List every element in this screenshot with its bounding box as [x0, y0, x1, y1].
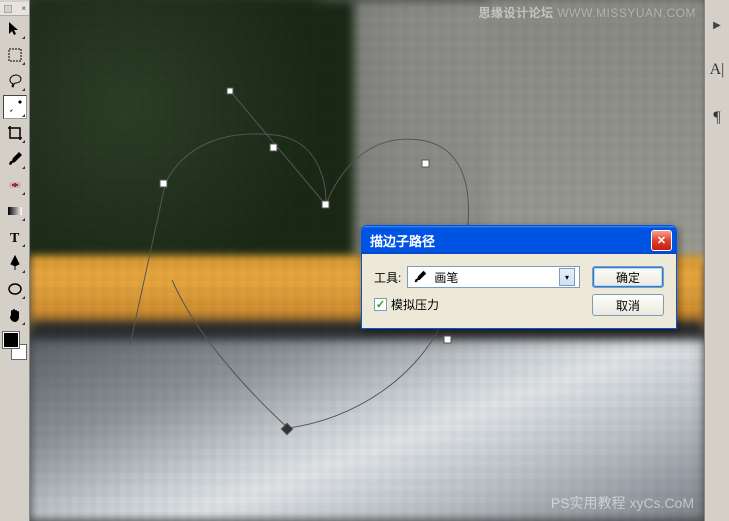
svg-text:T: T [10, 231, 20, 246]
simulate-pressure-checkbox[interactable]: ✓ [374, 298, 387, 311]
chevron-down-icon: ▾ [559, 268, 575, 286]
watermark-bottom: PS实用教程 xyCs.CoM [551, 493, 694, 513]
dialog-titlebar[interactable]: 描边子路径 ✕ [362, 226, 676, 254]
move-tool[interactable] [3, 17, 27, 41]
tool-dropdown[interactable]: 画笔 ▾ [407, 266, 580, 288]
right-panel-collapsed: ▶ A| ¶ [704, 0, 729, 521]
ok-button[interactable]: 确定 [592, 266, 664, 288]
crop-tool[interactable] [3, 121, 27, 145]
pen-tool[interactable] [3, 251, 27, 275]
toolbox-tab[interactable]: × [0, 2, 29, 16]
simulate-pressure-label: 模拟压力 [391, 296, 439, 313]
brush-tool[interactable] [3, 147, 27, 171]
eyedropper-tool[interactable] [3, 95, 27, 119]
dialog-title: 描边子路径 [370, 231, 651, 250]
watermark-top: 思缘设计论坛 WWW.MISSYUAN.COM [478, 4, 696, 21]
lasso-tool[interactable] [3, 69, 27, 93]
dialog-close-button[interactable]: ✕ [651, 230, 672, 251]
marquee-tool[interactable] [3, 43, 27, 67]
character-panel-icon[interactable]: A| [710, 61, 725, 79]
foreground-color-swatch[interactable] [3, 332, 19, 348]
expand-arrow-icon[interactable]: ▶ [713, 20, 721, 31]
canvas[interactable]: 思缘设计论坛 WWW.MISSYUAN.COM PS实用教程 xyCs.CoM … [30, 0, 704, 521]
color-swatches[interactable] [3, 332, 27, 360]
cancel-button[interactable]: 取消 [592, 294, 664, 316]
type-tool[interactable]: T [3, 225, 27, 249]
toolbox-close-icon[interactable]: × [21, 4, 26, 13]
toolbox: × T [0, 0, 30, 521]
tool-label: 工具: [374, 269, 401, 286]
brush-icon [412, 269, 428, 285]
close-icon: ✕ [657, 234, 666, 247]
stroke-path-dialog: 描边子路径 ✕ 工具: 画笔 ▾ ✓ [361, 225, 677, 329]
hand-tool[interactable] [3, 303, 27, 327]
tool-dropdown-value: 画笔 [434, 269, 458, 286]
paragraph-panel-icon[interactable]: ¶ [713, 109, 720, 127]
heal-tool[interactable] [3, 173, 27, 197]
gradient-tool[interactable] [3, 199, 27, 223]
shape-tool[interactable] [3, 277, 27, 301]
